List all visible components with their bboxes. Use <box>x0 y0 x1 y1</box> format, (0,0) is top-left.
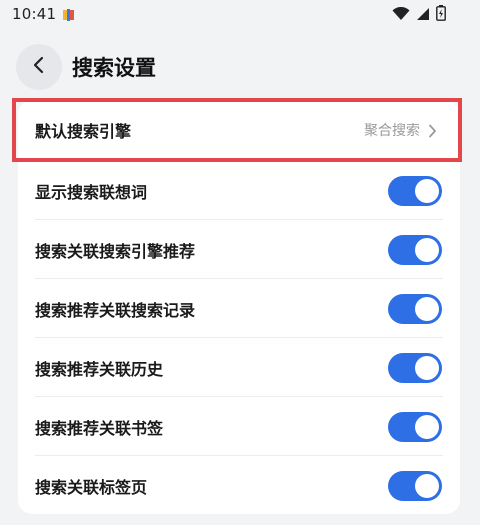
toggle-row-suggestions: 显示搜索联想词 <box>18 161 460 220</box>
default-search-engine-label: 默认搜索引擎 <box>35 122 132 141</box>
toggle-row-engine-recommend: 搜索关联搜索引擎推荐 <box>18 220 460 279</box>
wifi-icon <box>392 6 410 25</box>
toggle-switch[interactable] <box>388 470 442 501</box>
toggle-knob <box>415 178 439 203</box>
back-button[interactable] <box>16 44 62 90</box>
status-time: 10:41 <box>12 5 57 23</box>
toggle-label: 显示搜索联想词 <box>35 182 148 202</box>
toggle-knob <box>415 355 439 380</box>
toggle-row-history: 搜索推荐关联历史 <box>18 338 460 397</box>
toggle-label: 搜索推荐关联书签 <box>35 418 164 438</box>
status-bar: 10:41 <box>0 0 480 28</box>
chevron-right-icon <box>428 123 437 142</box>
toggle-switch[interactable] <box>388 234 442 265</box>
status-icons <box>392 5 446 25</box>
toggle-row-search-records: 搜索推荐关联搜索记录 <box>18 279 460 338</box>
toggle-switch[interactable] <box>388 293 442 324</box>
toggle-label: 搜索关联标签页 <box>35 477 148 497</box>
toggle-switch[interactable] <box>388 411 442 442</box>
battery-icon <box>436 5 446 25</box>
app-notification-icon <box>62 7 76 21</box>
chevron-left-icon <box>32 56 46 78</box>
toggle-label: 搜索推荐关联搜索记录 <box>35 300 196 320</box>
toggle-knob <box>415 473 439 498</box>
toggle-knob <box>415 237 439 262</box>
toggle-row-tabs: 搜索关联标签页 <box>18 456 460 514</box>
default-search-engine-row[interactable]: 默认搜索引擎 聚合搜索 <box>18 100 460 160</box>
toggle-knob <box>415 414 439 439</box>
page-title: 搜索设置 <box>72 56 156 80</box>
header: 搜索设置 <box>0 38 480 94</box>
default-search-engine-value: 聚合搜索 <box>364 123 420 139</box>
settings-card: 默认搜索引擎 聚合搜索 显示搜索联想词 搜索关联搜索引擎推荐 搜索推荐关联搜索记… <box>18 100 460 514</box>
toggle-knob <box>415 296 439 321</box>
toggle-switch[interactable] <box>388 175 442 206</box>
toggle-row-bookmarks: 搜索推荐关联书签 <box>18 397 460 456</box>
cellular-signal-icon <box>416 6 430 25</box>
toggle-label: 搜索关联搜索引擎推荐 <box>35 241 196 261</box>
toggle-switch[interactable] <box>388 352 442 383</box>
toggle-label: 搜索推荐关联历史 <box>35 359 164 379</box>
